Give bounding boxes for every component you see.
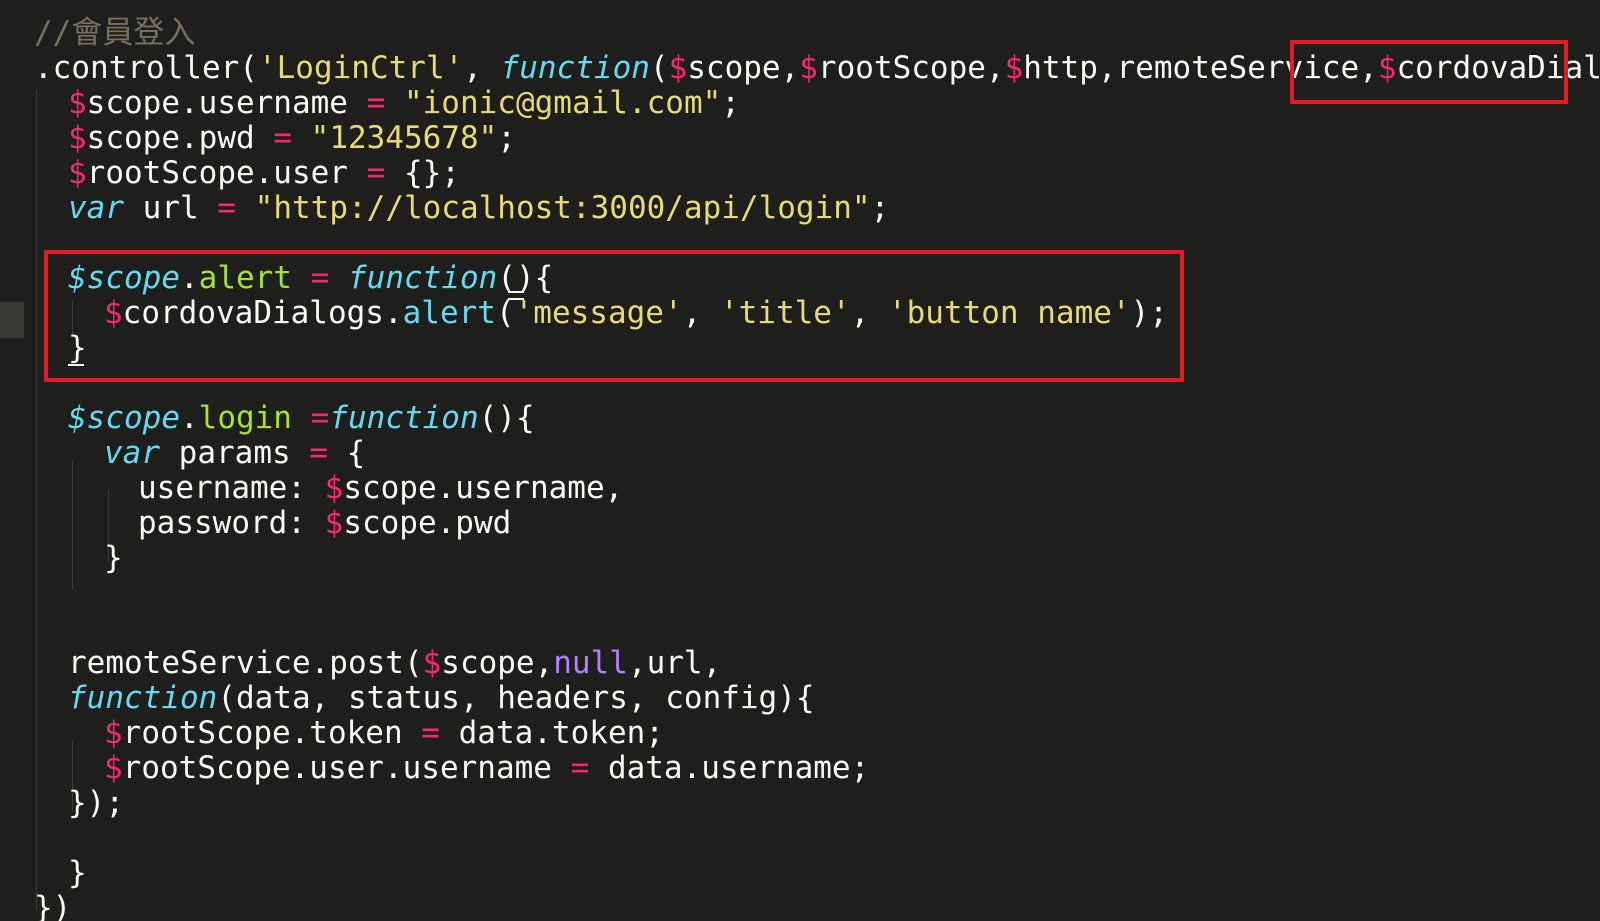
code-token: scope, [687,50,800,86]
code-token: login [198,400,292,436]
highlight-box-alert-function [44,250,1184,382]
code-editor[interactable]: //會員登入 .controller('LoginCtrl', function… [0,0,1600,921]
code-token: username: [138,470,325,506]
code-token: "ionic@gmail.com" [403,85,722,121]
highlight-box-cordova-dialogs [1290,40,1568,104]
code-token: var [104,435,160,471]
code-token: = [366,155,386,191]
code-line-21[interactable]: $rootScope.token = data.token; [104,715,664,751]
code-token: $ [104,715,123,751]
code-token: rootScope.user.username [122,750,571,786]
code-line-26[interactable]: }) [34,890,71,921]
code-token: function [68,680,218,716]
code-line-1[interactable]: //會員登入 [34,15,195,51]
code-line-15[interactable]: password: $scope.pwd [138,505,511,541]
code-token: {}; [385,155,460,191]
code-token: ; [721,85,740,121]
code-line-5[interactable]: $rootScope.user = {}; [68,155,460,191]
code-token: = [310,400,330,436]
code-token: }) [34,890,72,921]
code-line-3[interactable]: $scope.username = "ionic@gmail.com"; [68,85,740,121]
code-token: scope.username, [343,470,624,506]
code-token: scope.pwd [343,505,512,541]
code-token: scope.username [86,85,367,121]
code-token: $scope [68,400,180,436]
code-token: , [463,50,501,86]
code-token: . [179,400,199,436]
gutter-line-marker [0,302,24,338]
code-token: //會員登入 [34,15,196,51]
code-token: url [124,190,218,226]
code-token: 'LoginCtrl' [257,50,464,86]
code-token: $ [324,470,344,506]
code-token: ,url, [627,645,722,681]
code-token: $ [324,505,344,541]
code-token: $ [68,155,87,191]
code-token: data.username; [589,750,870,786]
code-token: } [68,855,87,891]
code-token: = [273,120,292,156]
code-line-14[interactable]: username: $scope.username, [138,470,623,506]
code-token: .controller( [34,50,258,86]
code-token: $ [104,750,123,786]
code-line-22[interactable]: $rootScope.user.username = data.username… [104,750,869,786]
code-token: ; [497,120,516,156]
code-token: = [570,750,590,786]
code-token: "12345678" [310,120,498,156]
code-token: $ [799,50,818,86]
indent-guide [72,460,73,590]
code-token: function [500,50,650,86]
code-token: data.token; [439,715,664,751]
code-token: }); [68,785,124,821]
code-line-13[interactable]: var params = { [104,435,365,471]
code-token: (){ [478,400,535,436]
code-token: $ [68,120,87,156]
code-line-19[interactable]: remoteService.post($scope,null,url, [68,645,721,681]
code-token: ( [649,50,669,86]
code-token: rootScope, [817,50,1005,86]
code-token: $ [422,645,442,681]
code-line-23[interactable]: }); [68,785,124,821]
code-token: params [160,435,310,471]
code-token: (data, status, headers, config){ [217,680,815,716]
code-token: password: [138,505,325,541]
code-line-6[interactable]: var url = "http://localhost:3000/api/log… [68,190,889,226]
code-line-12[interactable]: $scope.login =function(){ [68,400,535,436]
code-token: null [553,645,628,681]
code-line-20[interactable]: function(data, status, headers, config){ [68,680,815,716]
code-token: { [327,435,366,471]
code-token: = [309,435,328,471]
code-line-16[interactable]: } [104,540,123,576]
code-token: = [366,85,386,121]
code-token: scope, [441,645,554,681]
code-token: scope.pwd [86,120,274,156]
code-token: = [217,190,236,226]
code-line-4[interactable]: $scope.pwd = "12345678"; [68,120,516,156]
code-token: "http://localhost:3000/api/login" [254,190,871,226]
code-token: $ [668,50,688,86]
code-token: function [329,400,479,436]
code-line-25[interactable]: } [68,855,87,891]
code-token: rootScope.token [122,715,422,751]
code-token: $ [1004,50,1024,86]
code-token: rootScope.user [86,155,367,191]
indent-guide [36,90,37,910]
code-token: var [68,190,124,226]
code-token: $ [68,85,87,121]
code-token: } [104,540,123,576]
code-token: = [421,715,440,751]
code-token: remoteService.post( [68,645,423,681]
code-token: ; [870,190,890,226]
